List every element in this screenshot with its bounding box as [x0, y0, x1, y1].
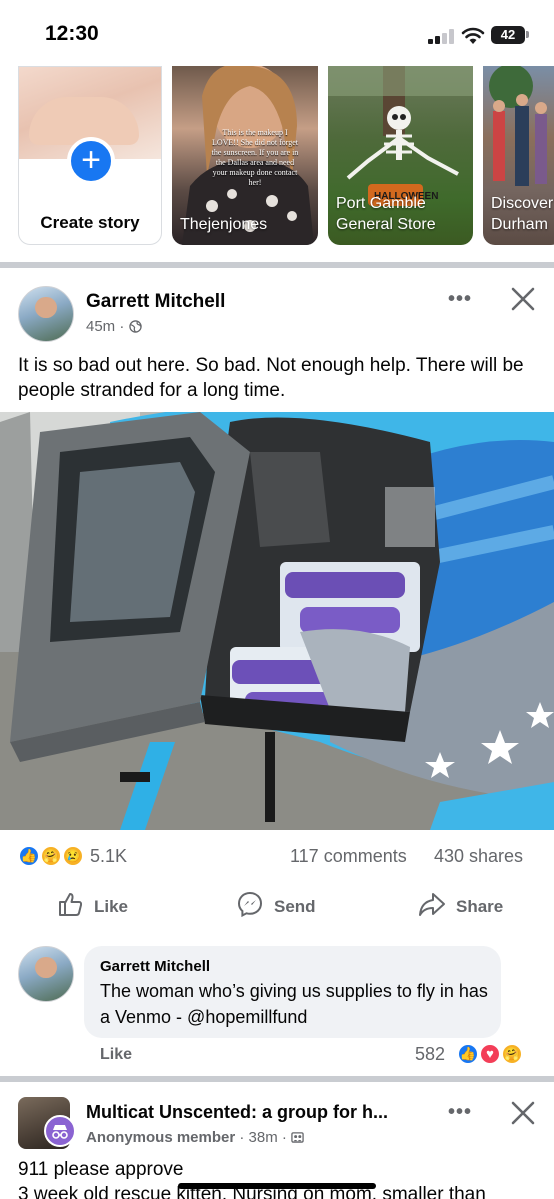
- send-label: Send: [274, 897, 316, 916]
- meta-separator: ·: [119, 318, 125, 335]
- post-text: It is so bad out here. So bad. Not enoug…: [18, 355, 524, 401]
- comment-text: The woman who’s giving us supplies to fl…: [100, 981, 488, 1027]
- messenger-icon: [237, 891, 263, 918]
- helicopter-image: [0, 412, 554, 830]
- story-card[interactable]: This is the makeup I LOVE!! She did not …: [172, 66, 318, 245]
- group-name[interactable]: Multicat Unscented: a group for h...: [86, 1102, 426, 1123]
- plus-icon[interactable]: +: [67, 137, 115, 185]
- care-reaction-icon: 🤗: [40, 845, 62, 867]
- like-reaction-icon[interactable]: 👍: [457, 1043, 479, 1065]
- love-reaction-icon[interactable]: ♥: [479, 1043, 501, 1065]
- comment-like-button[interactable]: Like: [100, 1046, 132, 1064]
- section-divider: [0, 1076, 554, 1082]
- comments-count[interactable]: 117 comments: [290, 846, 407, 867]
- comment-avatar[interactable]: [18, 946, 74, 1002]
- comment-reaction-count[interactable]: 582: [415, 1044, 445, 1065]
- group-post-text: 911 please approve 3 week old rescue kit…: [18, 1159, 486, 1199]
- section-divider: [0, 262, 554, 268]
- reaction-count[interactable]: 5.1K: [90, 846, 127, 867]
- battery-icon: 42: [491, 26, 525, 44]
- post-photo[interactable]: [0, 412, 554, 830]
- more-icon[interactable]: •••: [445, 1102, 475, 1127]
- close-icon[interactable]: [510, 1100, 536, 1126]
- stories-tray[interactable]: + Create story This is the makeup I LOVE…: [0, 66, 554, 248]
- post-time[interactable]: 45m: [86, 318, 115, 335]
- story-card[interactable]: HALLOWEEN Port Gamble General Store: [328, 66, 473, 245]
- post-meta: 45m ·: [86, 318, 142, 335]
- share-button[interactable]: Share: [417, 890, 517, 922]
- more-icon[interactable]: •••: [445, 289, 475, 314]
- signal-icon: [428, 28, 456, 44]
- story-name: Port Gamble General Store: [336, 195, 436, 233]
- sad-reaction-icon: 😢: [62, 845, 84, 867]
- story-name: Discover Durham: [491, 195, 554, 233]
- group-icon: [291, 1132, 304, 1143]
- group-member[interactable]: Anonymous member: [86, 1129, 235, 1146]
- shares-count[interactable]: 430 shares: [434, 846, 523, 867]
- group-meta: Anonymous member · 38m ·: [86, 1129, 304, 1146]
- group-post-time[interactable]: 38m: [249, 1129, 278, 1146]
- like-button[interactable]: Like: [56, 890, 146, 922]
- wifi-icon: [461, 27, 485, 44]
- status-time: 12:30: [45, 22, 99, 45]
- share-icon: [419, 893, 445, 916]
- care-reaction-icon[interactable]: 🤗: [501, 1043, 523, 1065]
- meta-separator: ·: [281, 1129, 292, 1146]
- create-story-label: Create story: [40, 213, 140, 232]
- close-icon[interactable]: [510, 286, 536, 312]
- story-card[interactable]: Discover Durham: [483, 66, 554, 245]
- status-bar: 12:30 42: [0, 0, 554, 66]
- globe-icon: [128, 320, 142, 333]
- create-story-card[interactable]: + Create story: [18, 66, 162, 245]
- like-icon: [59, 893, 83, 916]
- meta-separator: ·: [239, 1129, 249, 1146]
- battery-cap: [526, 31, 529, 38]
- like-reaction-icon: 👍: [18, 845, 40, 867]
- comment-bubble[interactable]: Garrett Mitchell The woman who’s giving …: [84, 946, 501, 1038]
- like-label: Like: [94, 897, 129, 916]
- avatar[interactable]: [18, 286, 74, 342]
- story-name: Thejenjones: [180, 216, 268, 233]
- send-button[interactable]: Send: [236, 890, 336, 922]
- comment-author[interactable]: Garrett Mitchell: [100, 958, 210, 975]
- home-indicator[interactable]: [178, 1183, 376, 1189]
- post-author[interactable]: Garrett Mitchell: [86, 291, 225, 313]
- story-overlay-text: This is the makeup I LOVE!! She did not …: [211, 128, 299, 187]
- anonymous-icon: [44, 1115, 76, 1147]
- share-label: Share: [456, 897, 504, 916]
